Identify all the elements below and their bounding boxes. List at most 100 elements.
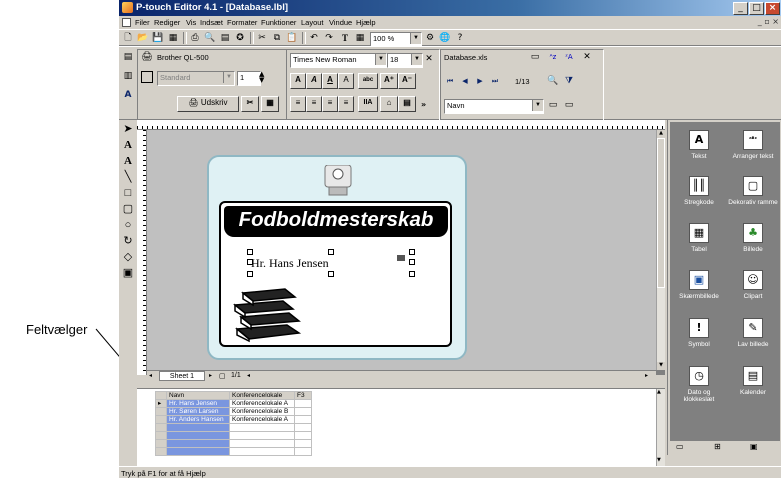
preview-icon[interactable]: 🔍 [204, 32, 216, 44]
rounded-rectangle-tool-icon[interactable]: ▢ [121, 202, 135, 216]
zoom-select[interactable]: 100 % ▼ [370, 32, 422, 47]
cut-mode-button[interactable]: ✂ [241, 96, 259, 112]
vertical-text-button[interactable]: IIA [358, 96, 378, 112]
selection-handle[interactable] [247, 249, 253, 255]
gallery-item-picture[interactable]: ♣ Billede [726, 223, 780, 253]
selection-handle[interactable] [328, 271, 334, 277]
gallery-item-barcode[interactable]: ║║ Stregkode [672, 176, 726, 206]
label-title[interactable]: Fodboldmesterskab [224, 208, 448, 232]
print-button[interactable]: 🖨 Udskriv [177, 96, 239, 112]
table-cell[interactable]: Konferencelokale B [229, 407, 295, 416]
minimize-button[interactable]: _ [733, 2, 748, 15]
database-open-icon[interactable]: ▭ [529, 51, 541, 63]
layout-icon[interactable]: ▤ [219, 32, 231, 44]
gallery-view-icon[interactable]: ▭ [676, 442, 684, 451]
print-options-button[interactable]: ▦ [261, 96, 279, 112]
globe-icon[interactable]: 🌐 [439, 32, 451, 44]
scroll-up-icon[interactable]: ▲ [657, 130, 665, 138]
justify-button[interactable]: ≡ [338, 96, 354, 112]
copies-field[interactable]: 1 [237, 71, 261, 86]
table-cell[interactable] [294, 407, 312, 416]
chevron-down-icon[interactable]: ▼ [375, 54, 386, 65]
table-cell[interactable] [294, 439, 312, 448]
table-cell[interactable]: Hr. Hans Jensen [166, 399, 230, 408]
field-select[interactable]: Navn ▼ [444, 99, 544, 114]
table-row[interactable] [155, 423, 312, 432]
chevron-right-icon[interactable]: » [421, 100, 426, 109]
gallery-item-screenshot[interactable]: ▣ Skærmbillede [672, 270, 726, 300]
next-record-icon[interactable]: ▶ [474, 75, 486, 87]
column-header[interactable]: F3 [294, 391, 312, 400]
work-area[interactable]: Fodboldmesterskab Hr. Hans Jensen [147, 130, 656, 370]
arc-tool-icon[interactable]: ↻ [121, 234, 135, 248]
copies-stepper-icon[interactable]: ▲ ▼ [259, 71, 264, 84]
gallery-item-date-time[interactable]: ◷ Dato og klokkeslæt [672, 366, 726, 403]
scroll-thumb[interactable] [657, 138, 665, 288]
column-header[interactable]: Konferencelokale [229, 391, 295, 400]
filter-icon[interactable]: ⧩ [563, 75, 575, 87]
table-row[interactable] [155, 431, 312, 440]
scroll-down-icon[interactable]: ▼ [657, 457, 661, 463]
outline-button[interactable]: A [338, 73, 354, 89]
mdi-window-controls[interactable]: _ ▫ × [758, 17, 779, 26]
table-cell[interactable] [294, 431, 312, 440]
table-cell[interactable] [229, 431, 295, 440]
search-icon[interactable]: 🔍 [547, 75, 559, 87]
shrink-font-button[interactable]: A⁻ [398, 73, 416, 89]
menu-filer[interactable]: Filer [135, 18, 150, 27]
table-cell[interactable] [229, 423, 295, 432]
last-record-icon[interactable]: ⏭ [489, 75, 501, 87]
gallery-settings-icon[interactable]: ▣ [750, 442, 758, 451]
align-left-button[interactable]: ≡ [290, 96, 306, 112]
arrange-button[interactable]: ⌂ [380, 96, 398, 112]
copy-icon[interactable]: ⧉ [271, 32, 283, 44]
title-bar[interactable]: P-touch Editor 4.1 - [Database.lbl] _ □ … [119, 0, 781, 16]
maximize-button[interactable]: □ [749, 2, 764, 15]
frame-button[interactable]: abc [358, 73, 378, 89]
scroll-right-icon[interactable]: ▸ [645, 372, 648, 379]
sheet-prev-icon[interactable]: ◂ [149, 372, 152, 379]
font-family-select[interactable]: Times New Roman ▼ [290, 53, 387, 68]
selection-handle[interactable] [247, 271, 253, 277]
align-center-button[interactable]: ≡ [306, 96, 322, 112]
gallery-item-calendar[interactable]: ▤ Kalender [726, 366, 780, 396]
sort-ascending-icon[interactable]: ᴬz [547, 51, 559, 63]
cut-icon[interactable]: ✂ [256, 32, 268, 44]
sort-descending-icon[interactable]: ᶻA [563, 51, 575, 63]
menu-vindue[interactable]: Vindue [329, 18, 352, 27]
first-record-icon[interactable]: ⏮ [444, 75, 456, 87]
add-sheet-icon[interactable]: ▢ [219, 372, 226, 380]
undo-icon[interactable]: ↶ [308, 32, 320, 44]
gallery-add-icon[interactable]: ⊞ [714, 442, 721, 451]
books-clipart-icon[interactable] [233, 285, 305, 343]
chevron-down-icon[interactable]: ▼ [410, 33, 421, 44]
gallery-item-table[interactable]: ▦ Tabel [672, 223, 726, 253]
gallery-item-clipart[interactable]: ☺ Clipart [726, 270, 780, 300]
printer-properties-icon[interactable]: ▤ [122, 51, 134, 63]
gallery-item-frame[interactable]: ▢ Dekorativ ramme [726, 176, 780, 206]
open-icon[interactable]: 📂 [137, 32, 149, 44]
label-design[interactable]: Fodboldmesterskab Hr. Hans Jensen [219, 201, 452, 347]
ellipse-tool-icon[interactable]: ○ [121, 218, 135, 232]
database-scrollbar[interactable]: ▲ ▼ [656, 389, 665, 467]
merge-field-icon[interactable]: ▭ [563, 99, 575, 111]
table-row[interactable]: Hr. Søren Larsen Konferencelokale B [155, 407, 312, 416]
selection-handle[interactable] [328, 249, 334, 255]
menu-rediger[interactable]: Rediger [154, 18, 180, 27]
menu-hjaelp[interactable]: Hjælp [356, 18, 376, 27]
align-right-button[interactable]: ≡ [322, 96, 338, 112]
format-select[interactable]: Standard ▼ [157, 71, 235, 86]
menu-vis[interactable]: Vis [186, 18, 196, 27]
italic-button[interactable]: A [306, 73, 322, 89]
menu-indsaet[interactable]: Indsæt [200, 18, 223, 27]
gallery-item-make-image[interactable]: ✎ Lav billede [726, 318, 780, 348]
menu-funktioner[interactable]: Funktioner [261, 18, 296, 27]
table-cell[interactable]: Konferencelokale A [229, 415, 295, 424]
table-cell[interactable] [294, 415, 312, 424]
gallery-item-arrange-text[interactable]: ᵃᴮᶜ Arranger tekst [726, 130, 780, 160]
close-button[interactable]: × [765, 2, 780, 15]
chevron-down-icon[interactable]: ▼ [411, 54, 422, 65]
column-header[interactable]: Navn [166, 391, 230, 400]
table-cell[interactable] [229, 447, 295, 456]
line-tool-icon[interactable]: ╲ [121, 170, 135, 184]
